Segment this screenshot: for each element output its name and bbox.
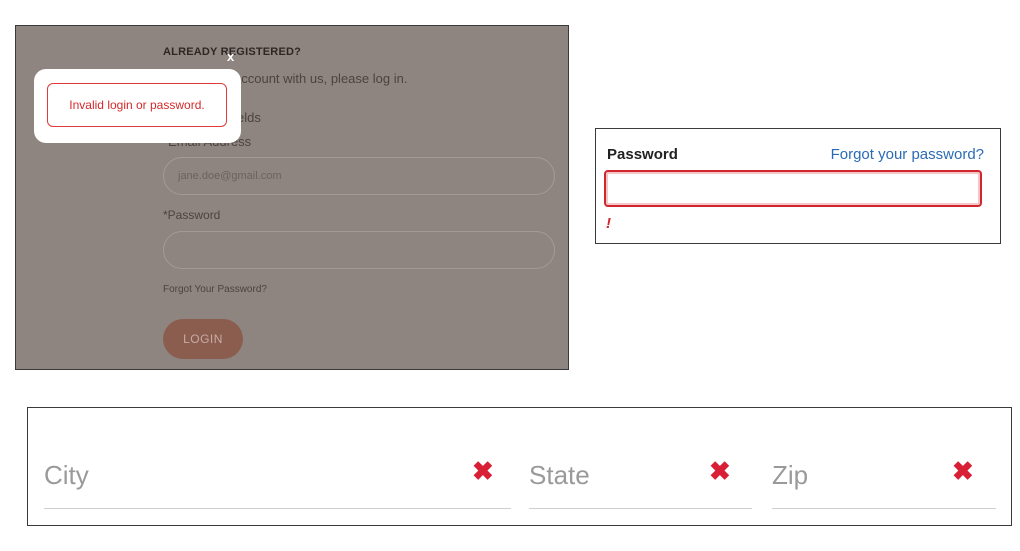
state-placeholder: State — [529, 460, 590, 490]
zip-field[interactable]: Zip ✖ — [772, 452, 996, 509]
error-message: Invalid login or password. — [47, 83, 227, 127]
password-field-panel: Password Forgot your password? ! — [595, 128, 1001, 244]
login-button[interactable]: LOGIN — [163, 319, 243, 359]
password-label: Password — [607, 146, 678, 163]
forgot-password-link[interactable]: Forgot your password? — [831, 146, 984, 163]
login-screen-dimmed: ALREADY REGISTERED? account with us, ple… — [15, 25, 569, 370]
close-icon[interactable]: ✖ — [709, 458, 731, 484]
city-field[interactable]: City ✖ — [44, 452, 511, 509]
zip-placeholder: Zip — [772, 460, 809, 490]
email-field[interactable]: jane.doe@gmail.com — [163, 157, 555, 195]
address-fields-panel: City ✖ State ✖ Zip ✖ — [27, 407, 1012, 526]
modal-close-button[interactable]: x — [227, 49, 234, 64]
error-marker: ! — [606, 215, 611, 232]
state-field[interactable]: State ✖ — [529, 452, 752, 509]
error-modal: Invalid login or password. — [34, 69, 241, 143]
password-label: *Password — [163, 208, 221, 222]
password-field[interactable] — [163, 231, 555, 269]
email-value: jane.doe@gmail.com — [178, 170, 282, 182]
forgot-password-link[interactable]: Forgot Your Password? — [163, 284, 267, 295]
close-icon[interactable]: ✖ — [952, 458, 974, 484]
close-icon[interactable]: ✖ — [472, 458, 494, 484]
login-intro-text: account with us, please log in. — [234, 71, 408, 86]
password-input[interactable] — [604, 170, 982, 207]
city-placeholder: City — [44, 460, 89, 490]
